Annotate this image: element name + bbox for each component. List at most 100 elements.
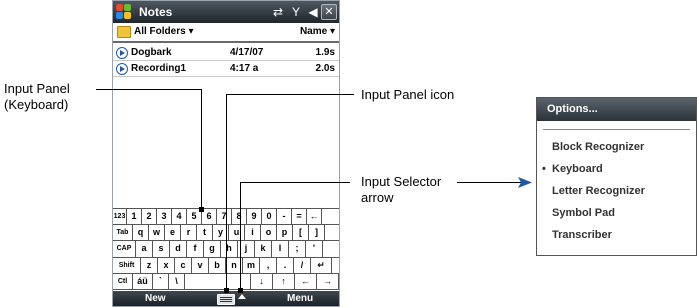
key[interactable]: d xyxy=(170,241,187,257)
key[interactable]: Shift xyxy=(113,257,141,273)
key[interactable]: ] xyxy=(309,225,325,241)
key[interactable]: CAP xyxy=(113,241,136,257)
file-size: 2.0s xyxy=(315,63,335,74)
file-name: Dogbark xyxy=(131,47,172,58)
menu-softkey[interactable]: Menu xyxy=(287,293,313,304)
key[interactable]: . xyxy=(277,257,294,273)
option-label: Keyboard xyxy=(552,163,603,175)
key[interactable]: z xyxy=(141,257,158,273)
key[interactable]: 3 xyxy=(157,209,172,225)
key[interactable]: v xyxy=(192,257,209,273)
key[interactable]: ← xyxy=(295,273,317,289)
key[interactable]: ↵ xyxy=(311,257,332,273)
option-label: Symbol Pad xyxy=(552,207,615,219)
key[interactable]: áü xyxy=(133,273,153,289)
option-block-recognizer[interactable]: Block Recognizer xyxy=(537,136,696,158)
key[interactable]: → xyxy=(317,273,339,289)
new-softkey[interactable]: New xyxy=(145,293,166,304)
leader-line xyxy=(240,182,241,292)
key[interactable]: r xyxy=(181,225,197,241)
key[interactable]: s xyxy=(153,241,170,257)
leader-line xyxy=(457,182,527,183)
leader-line xyxy=(226,94,354,95)
selected-bullet-icon: • xyxy=(542,163,546,175)
option-transcriber[interactable]: Transcriber xyxy=(537,224,696,246)
callout-input-selector: Input Selector arrow xyxy=(361,174,441,206)
callout-text: Input Selector xyxy=(361,174,442,189)
input-selector-arrow-icon[interactable] xyxy=(238,294,246,299)
signal-icon[interactable]: Y xyxy=(289,4,303,20)
leader-dot xyxy=(238,288,243,293)
callout-text: Input Panel xyxy=(4,81,70,96)
key[interactable]: l xyxy=(272,241,289,257)
folder-bar: All Folders ▾ Name ▾ xyxy=(113,23,339,43)
connectivity-icon[interactable]: ⇄ xyxy=(271,4,285,20)
start-menu-icon[interactable] xyxy=(116,4,133,20)
key[interactable]: f xyxy=(187,241,204,257)
volume-icon[interactable]: ◀ xyxy=(307,4,319,20)
title-bar: Notes ⇄ Y ◀ ✕ xyxy=(113,1,339,23)
leader-line xyxy=(201,89,202,210)
app-title: Notes xyxy=(139,5,173,19)
key[interactable]: b xyxy=(209,257,226,273)
key[interactable]: x xyxy=(158,257,175,273)
key[interactable]: g xyxy=(204,241,221,257)
space-key[interactable] xyxy=(185,273,251,289)
key[interactable]: m xyxy=(243,257,260,273)
callout-text: (Keyboard) xyxy=(4,97,69,112)
key[interactable]: t xyxy=(197,225,213,241)
key[interactable]: \ xyxy=(169,273,185,289)
sort-dropdown[interactable]: Name ▾ xyxy=(300,26,335,37)
key[interactable]: c xyxy=(175,257,192,273)
key[interactable]: e xyxy=(165,225,181,241)
key[interactable]: ' xyxy=(306,241,323,257)
key[interactable]: ; xyxy=(289,241,306,257)
key[interactable]: - xyxy=(277,209,292,225)
option-symbol-pad[interactable]: Symbol Pad xyxy=(537,202,696,224)
leader-line xyxy=(96,89,202,90)
folder-dropdown[interactable]: All Folders ▾ xyxy=(134,26,193,37)
close-button[interactable]: ✕ xyxy=(321,4,337,20)
key[interactable]: , xyxy=(260,257,277,273)
key[interactable]: Ctl xyxy=(113,273,133,289)
key[interactable]: / xyxy=(294,257,311,273)
key[interactable]: 7 xyxy=(217,209,232,225)
key[interactable]: ↓ xyxy=(251,273,273,289)
file-name: Recording1 xyxy=(131,63,187,74)
key[interactable]: 123 xyxy=(113,209,127,225)
key[interactable]: w xyxy=(149,225,165,241)
file-date: 4/17/07 xyxy=(230,47,264,58)
key[interactable]: ` xyxy=(153,273,169,289)
key[interactable]: Tab xyxy=(113,225,133,241)
key[interactable]: 0 xyxy=(262,209,277,225)
list-item[interactable]: Dogbark 4/17/07 1.9s xyxy=(113,45,339,61)
file-date: 4:17 a xyxy=(230,63,259,74)
key[interactable]: k xyxy=(255,241,272,257)
list-item[interactable]: Recording1 4:17 a 2.0s xyxy=(113,61,339,77)
key[interactable]: o xyxy=(261,225,277,241)
key[interactable]: 2 xyxy=(142,209,157,225)
key[interactable]: u xyxy=(229,225,245,241)
option-label: Block Recognizer xyxy=(552,141,645,153)
key[interactable]: 1 xyxy=(127,209,142,225)
callout-text: arrow xyxy=(361,190,394,205)
option-keyboard[interactable]: • Keyboard xyxy=(537,158,696,180)
key[interactable]: ← xyxy=(307,209,322,225)
option-letter-recognizer[interactable]: Letter Recognizer xyxy=(537,180,696,202)
options-header[interactable]: Options... xyxy=(537,98,696,121)
key[interactable]: 6 xyxy=(202,209,217,225)
menu-bar: New Menu xyxy=(113,291,339,306)
key[interactable]: = xyxy=(292,209,307,225)
key[interactable]: [ xyxy=(293,225,309,241)
key[interactable]: q xyxy=(133,225,149,241)
options-menu: Options... Block Recognizer • Keyboard Le… xyxy=(536,97,697,256)
keyboard-icon[interactable] xyxy=(217,294,235,305)
leader-line xyxy=(226,94,227,290)
key[interactable]: ↑ xyxy=(273,273,295,289)
key[interactable]: i xyxy=(245,225,261,241)
key[interactable]: 4 xyxy=(172,209,187,225)
key[interactable]: h xyxy=(221,241,238,257)
key[interactable]: p xyxy=(277,225,293,241)
key[interactable]: 9 xyxy=(247,209,262,225)
key[interactable]: a xyxy=(136,241,153,257)
